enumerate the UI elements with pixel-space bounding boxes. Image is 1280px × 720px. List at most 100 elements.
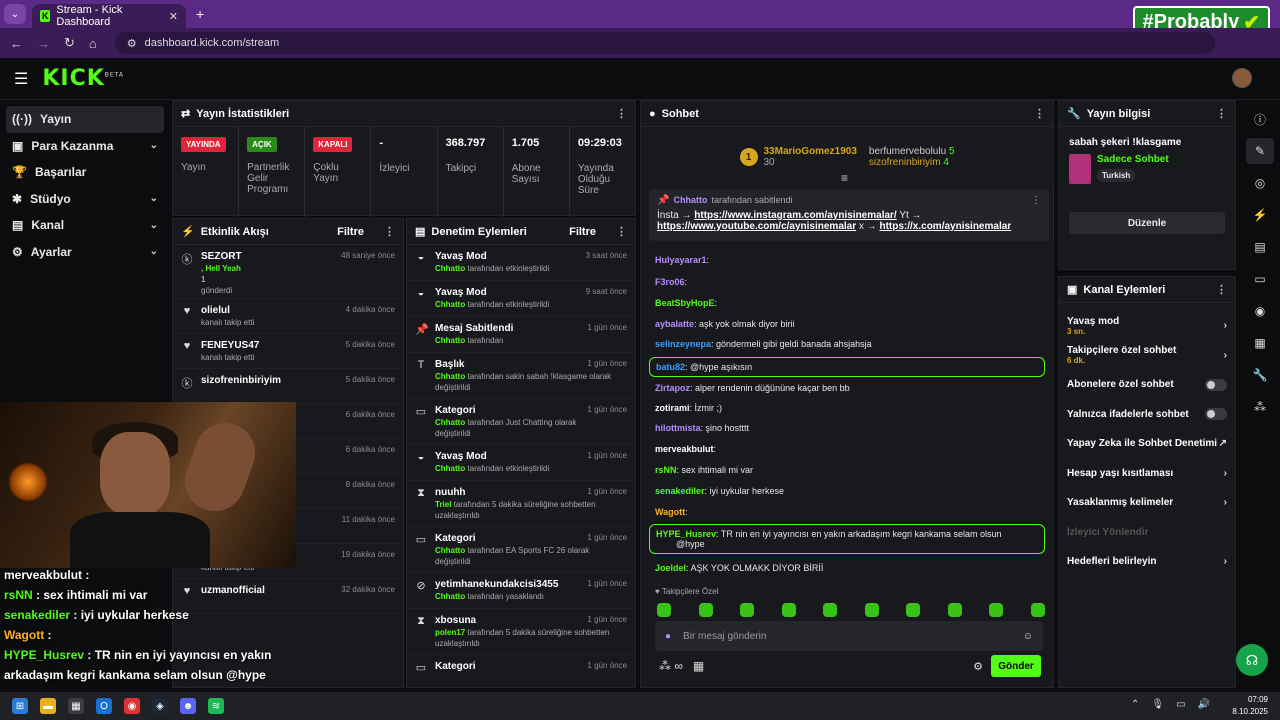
support-button[interactable]: ☊ bbox=[1236, 644, 1268, 676]
channel-action-row[interactable]: Yasaklanmış kelimeler › bbox=[1059, 488, 1235, 518]
more-icon[interactable]: ⋮ bbox=[384, 225, 395, 238]
chat-username[interactable]: Joeldel bbox=[655, 563, 686, 573]
chat-username[interactable]: Hulyayarar1 bbox=[655, 255, 707, 265]
info-icon[interactable]: ⓘ bbox=[1246, 106, 1274, 132]
moderator-name[interactable]: Chhatto bbox=[435, 464, 465, 473]
chat-message[interactable]: rsNN: sex ihtimali mi var bbox=[655, 465, 753, 475]
chat-icon[interactable]: ▭ bbox=[1246, 266, 1274, 292]
activity-item[interactable]: ♥ uzmanofficial 32 dakika önce bbox=[173, 579, 403, 614]
emote-icon[interactable] bbox=[989, 603, 1003, 617]
emote-icon[interactable] bbox=[906, 603, 920, 617]
document-icon[interactable]: ▤ bbox=[1246, 234, 1274, 260]
activity-item[interactable]: ♥ FENEYUS47 kanalı takip etti 5 dakika önce bbox=[173, 334, 403, 369]
moderation-item[interactable]: ⊘ yetimhanekundakcisi3455 Chhatto tarafınd… bbox=[407, 573, 635, 609]
menu-icon[interactable]: ☰ bbox=[14, 69, 28, 89]
sidebar-item-ayarlar[interactable]: ⚙ Ayarlar ⌄ bbox=[6, 239, 164, 266]
chat-username[interactable]: selinzeynepa bbox=[655, 339, 711, 349]
channel-action-row[interactable]: Yalnızca ifadelerle sohbet bbox=[1059, 400, 1235, 430]
chat-username[interactable]: aybalatte bbox=[655, 319, 694, 329]
filter-button[interactable]: Filtre bbox=[569, 226, 596, 238]
chat-input[interactable]: ● Bir mesaj gönderin ☺ bbox=[655, 621, 1043, 651]
chat-username[interactable]: rsNN bbox=[655, 465, 677, 475]
activity-item[interactable]: ⓚ SEZORT , Hell Yeah 1 gönderdi 48 saniye önc… bbox=[173, 245, 403, 299]
moderation-item[interactable]: ⧗ xbosuna polen17 tarafından 5 dakika süre… bbox=[407, 609, 635, 655]
browser-tab[interactable]: K Stream - Kick Dashboard ✕ bbox=[32, 4, 186, 28]
close-tab-icon[interactable]: ✕ bbox=[169, 10, 178, 23]
store-icon[interactable]: ▦ bbox=[68, 698, 84, 714]
chat-message[interactable]: aybalatte: aşk yok olmak diyor birii bbox=[655, 319, 795, 329]
filter-button[interactable]: Filtre bbox=[337, 226, 364, 238]
collapse-icon[interactable]: ≡ bbox=[841, 171, 848, 185]
emote-icon[interactable] bbox=[823, 603, 837, 617]
moderation-item[interactable]: ◒ Yavaş Mod Chhatto tarafından etkinleştir… bbox=[407, 245, 635, 281]
chat-message[interactable]: merveakbulut: bbox=[655, 444, 716, 454]
top-gifter[interactable]: 1 33MarioGomez1903 30 bbox=[739, 146, 857, 168]
send-button[interactable]: Gönder bbox=[991, 655, 1041, 677]
channel-action-row[interactable]: Abonelere özel sohbet bbox=[1059, 370, 1235, 400]
nodes-icon[interactable]: ⁂ bbox=[1246, 394, 1274, 420]
forward-icon[interactable]: → bbox=[37, 36, 50, 51]
channel-action-row[interactable]: Yavaş mod 3 sn. › bbox=[1059, 311, 1235, 341]
more-icon[interactable]: ⋮ bbox=[1216, 107, 1227, 120]
moderator-name[interactable]: Chhatto bbox=[435, 372, 465, 381]
sidebar-item-yayin[interactable]: ((·)) Yayın bbox=[6, 106, 164, 133]
windows-start-icon[interactable]: ⊞ bbox=[12, 698, 28, 714]
sidebar-item-basarilar[interactable]: 🏆 Başarılar bbox=[6, 159, 164, 186]
sidebar-item-kanal[interactable]: ▤ Kanal ⌄ bbox=[6, 212, 164, 239]
activity-name[interactable]: SEZORT bbox=[201, 251, 242, 262]
moderator-name[interactable]: Chhatto bbox=[435, 264, 465, 273]
emote-icon[interactable] bbox=[781, 603, 796, 617]
activity-name[interactable]: sizofreninbiriyim bbox=[201, 375, 281, 386]
broadcast-icon[interactable]: ◉ bbox=[1246, 298, 1274, 324]
emote-icon[interactable] bbox=[1030, 603, 1045, 617]
kick-logo[interactable]: KICKBETA bbox=[42, 66, 124, 91]
chat-username[interactable]: merveakbulut bbox=[655, 444, 714, 454]
target-icon[interactable]: ◎ bbox=[1246, 170, 1274, 196]
address-bar[interactable]: ⚙ dashboard.kick.com/stream bbox=[114, 32, 1215, 54]
reload-icon[interactable]: ↻ bbox=[64, 35, 75, 51]
chat-username[interactable]: senakediler bbox=[655, 486, 705, 496]
volume-icon[interactable]: 🔊 bbox=[1198, 699, 1210, 710]
moderation-item[interactable]: 📌 Mesaj Sabitlendi Chhatto tarafından 1 gün… bbox=[407, 317, 635, 353]
more-icon[interactable]: ⋮ bbox=[616, 225, 627, 238]
highlighted-message[interactable]: batu82: @hype aşıkısın bbox=[649, 357, 1045, 377]
emote-icon[interactable] bbox=[698, 603, 713, 617]
chat-message[interactable]: Hulyayarar1: bbox=[655, 255, 709, 265]
sidebar-item-studyo[interactable]: ✱ Stüdyo ⌄ bbox=[6, 186, 164, 213]
more-icon[interactable]: ⋮ bbox=[1034, 107, 1045, 120]
moderator-name[interactable]: Chhatto bbox=[435, 300, 465, 309]
emote-icon[interactable] bbox=[657, 603, 671, 617]
moderator-name[interactable]: Chhatto bbox=[435, 418, 465, 427]
chat-username[interactable]: BeatSbyHopE bbox=[655, 298, 715, 308]
activity-name[interactable]: FENEYUS47 bbox=[201, 340, 259, 351]
chat-message[interactable]: Joeldel: AŞK YOK OLMAKK DİYOR BİRİİ bbox=[655, 563, 823, 573]
new-tab-button[interactable]: + bbox=[196, 6, 204, 22]
back-icon[interactable]: ← bbox=[10, 36, 23, 51]
layout-icon[interactable]: ▦ bbox=[1246, 330, 1274, 356]
chat-message[interactable]: senakediler: iyi uykular herkese bbox=[655, 486, 784, 496]
chrome-icon[interactable]: ◉ bbox=[124, 698, 140, 714]
chat-message[interactable]: F3ro06: bbox=[655, 277, 687, 287]
steam-icon[interactable]: ◈ bbox=[152, 698, 168, 714]
home-icon[interactable]: ⌂ bbox=[89, 36, 97, 51]
activity-item[interactable]: ♥ olielul kanalı takip etti 4 dakika önce bbox=[173, 299, 403, 334]
sidebar-item-para-kazanma[interactable]: ▣ Para Kazanma ⌄ bbox=[6, 133, 164, 160]
chat-message[interactable]: BeatSbyHopE: bbox=[655, 298, 717, 308]
moderation-item[interactable]: T Başlık Chhatto tarafından sakin sabah !k… bbox=[407, 353, 635, 399]
chat-username[interactable]: Wagott bbox=[655, 507, 685, 517]
moderation-item[interactable]: ▭ Kategori Chhatto tarafından EA Sports FC… bbox=[407, 527, 635, 573]
emoji-icon[interactable]: ☺ bbox=[1023, 631, 1033, 642]
outlook-icon[interactable]: O bbox=[96, 698, 112, 714]
chat-username[interactable]: hilottmista bbox=[655, 423, 701, 433]
chat-message[interactable]: selinzeynepa: göndermeli gibi geldi bana… bbox=[655, 339, 872, 349]
mic-icon[interactable]: ● bbox=[665, 631, 671, 642]
pinned-link[interactable]: https://www.instagram.com/aynisinemalar/ bbox=[694, 210, 896, 221]
emote-icon[interactable] bbox=[947, 603, 962, 617]
chat-message[interactable]: Zirtapoz: alper rendenin düğününe kaçar … bbox=[655, 383, 850, 393]
moderation-item[interactable]: ▭ Kategori 1 gün önce bbox=[407, 655, 635, 687]
edit-button[interactable]: Düzenle bbox=[1069, 212, 1225, 234]
moderator-name[interactable]: Chhatto bbox=[435, 546, 465, 555]
channel-action-row[interactable]: Yapay Zeka ile Sohbet Denetimi ↗ bbox=[1059, 429, 1235, 459]
unpin-icon[interactable]: ⋮ bbox=[1031, 195, 1041, 206]
gifter-item[interactable]: sizofreninbiriyim 4 bbox=[869, 157, 955, 168]
